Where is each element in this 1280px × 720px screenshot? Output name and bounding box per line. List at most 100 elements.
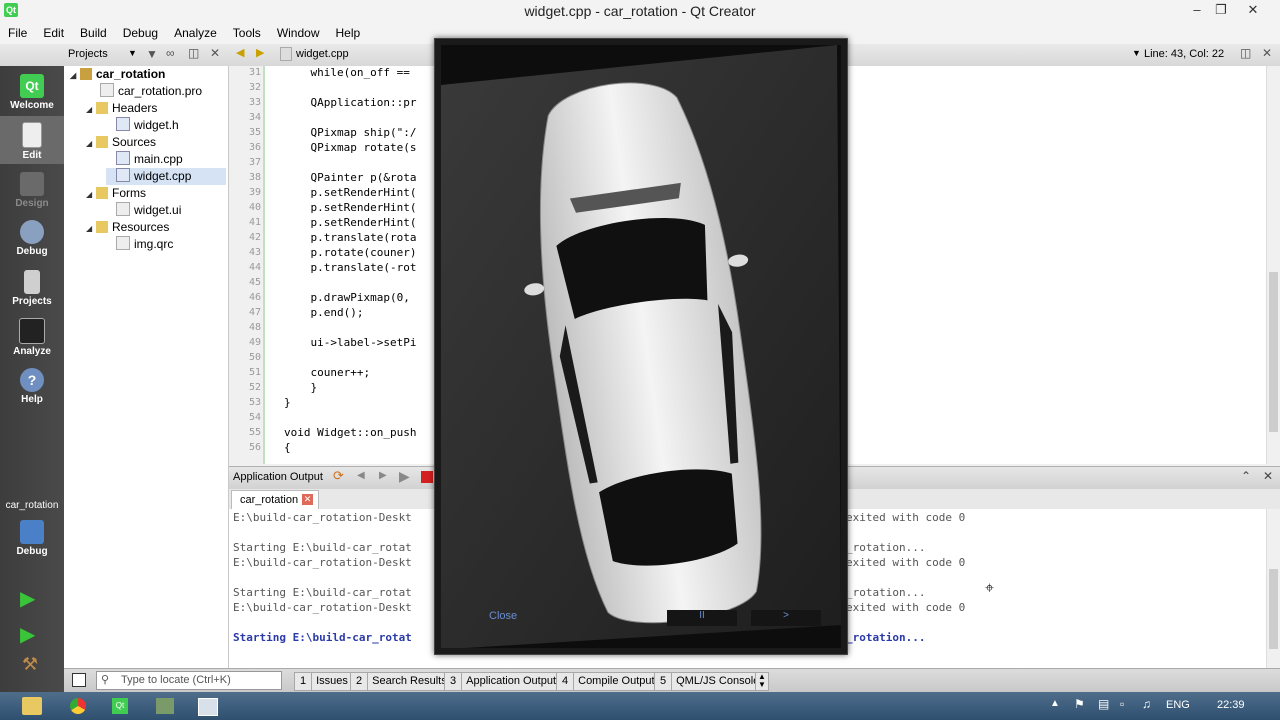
tray-network-icon[interactable]: ▤ xyxy=(1098,697,1109,711)
clock[interactable]: 22:39 xyxy=(1217,699,1245,711)
tree-item-forms[interactable]: ◢ Forms xyxy=(86,185,146,202)
mode-edit[interactable]: Edit xyxy=(0,116,64,164)
tray-signal-icon[interactable]: ▫ xyxy=(1120,697,1124,711)
mode-help[interactable]: ? Help xyxy=(0,362,64,410)
close-window-button[interactable]: ✕ xyxy=(1238,0,1268,20)
line-number: 52 xyxy=(248,382,261,393)
debug-run-icon[interactable]: ▶ xyxy=(20,622,35,647)
line-number: 35 xyxy=(248,127,261,138)
explorer-icon[interactable] xyxy=(22,697,42,715)
help-icon: ? xyxy=(20,368,44,392)
prev-icon[interactable]: ◀ xyxy=(357,470,365,481)
debug-icon xyxy=(20,220,44,244)
line-number: 33 xyxy=(248,97,261,108)
more-tabs-icon[interactable]: ▲ ▼ xyxy=(755,672,769,691)
expand-icon[interactable]: ◢ xyxy=(86,135,96,152)
close-tab-icon[interactable]: ✕ xyxy=(302,494,313,505)
menu-tools[interactable]: Tools xyxy=(225,26,269,40)
language-indicator[interactable]: ENG xyxy=(1166,699,1190,711)
expand-icon[interactable]: ◢ xyxy=(70,67,80,84)
pause-button[interactable]: II xyxy=(667,610,737,626)
back-arrow-icon[interactable]: ◀ xyxy=(236,46,244,59)
projects-selector[interactable]: Projects xyxy=(68,48,108,60)
tab-qml-console[interactable]: 5 QML/JS Console xyxy=(654,672,765,691)
chrome-icon[interactable] xyxy=(70,698,86,714)
rerun-icon[interactable]: ⟳ xyxy=(333,468,344,484)
mode-welcome[interactable]: Qt Welcome xyxy=(0,68,64,116)
mode-label: Projects xyxy=(12,296,52,307)
chevron-down-icon[interactable]: ▼ xyxy=(128,48,137,58)
tree-item-main-cpp[interactable]: main.cpp xyxy=(106,151,183,168)
close-pane-icon[interactable]: ✕ xyxy=(1263,469,1273,483)
tree-item-widget-cpp[interactable]: widget.cpp xyxy=(106,168,226,185)
file-tab[interactable]: widget.cpp xyxy=(296,48,349,60)
tree-item-project[interactable]: ◢ car_rotation xyxy=(70,66,165,83)
forward-arrow-icon[interactable]: ▶ xyxy=(256,46,264,59)
tray-volume-icon[interactable]: ♫ xyxy=(1142,697,1151,711)
menu-debug[interactable]: Debug xyxy=(115,26,166,40)
menu-help[interactable]: Help xyxy=(328,26,369,40)
mode-design[interactable]: Design xyxy=(0,166,64,214)
close-pane-icon[interactable]: ✕ xyxy=(210,46,220,60)
tree-item-sources[interactable]: ◢ Sources xyxy=(86,134,156,151)
tree-item-widget-ui[interactable]: widget.ui xyxy=(106,202,181,219)
car-rotation-window[interactable]: Close II > xyxy=(434,38,848,655)
scrollbar-thumb[interactable] xyxy=(1269,569,1278,649)
menu-window[interactable]: Window xyxy=(269,26,328,40)
tab-search-results[interactable]: 2 Search Results xyxy=(350,672,452,691)
scrollbar-thumb[interactable] xyxy=(1269,272,1278,432)
toggle-sidebar-icon[interactable] xyxy=(72,673,86,687)
tray-flag-icon[interactable]: ⚑ xyxy=(1074,697,1085,711)
tray-arrow-icon[interactable]: ▲ xyxy=(1050,698,1060,709)
mode-debug[interactable]: Debug xyxy=(0,214,64,262)
split-editor-icon[interactable]: ◫ xyxy=(1240,46,1251,60)
app-icon[interactable] xyxy=(156,698,174,714)
expand-icon[interactable]: ◢ xyxy=(86,220,96,237)
output-scrollbar[interactable] xyxy=(1266,509,1280,668)
run-icon[interactable]: ▶ xyxy=(20,586,35,611)
code-line: QPixmap ship(":/ xyxy=(284,126,417,139)
tree-item-pro[interactable]: car_rotation.pro xyxy=(90,83,202,100)
tree-item-widget-h[interactable]: widget.h xyxy=(106,117,179,134)
file-icon xyxy=(116,236,130,250)
tab-issues[interactable]: 1 Issues xyxy=(294,672,353,691)
stop-icon[interactable] xyxy=(421,471,433,483)
mode-projects[interactable]: Projects xyxy=(0,264,64,312)
close-editor-icon[interactable]: ✕ xyxy=(1262,46,1272,60)
output-tab[interactable]: car_rotation ✕ xyxy=(231,490,319,509)
tab-application-output[interactable]: 3 Application Output xyxy=(444,672,562,691)
line-number: 44 xyxy=(248,262,261,273)
file-icon xyxy=(100,83,114,97)
tree-item-resources[interactable]: ◢ Resources xyxy=(86,219,169,236)
next-icon[interactable]: ▶ xyxy=(379,470,387,481)
run-output-icon[interactable]: ▶ xyxy=(399,468,410,485)
menu-file[interactable]: File xyxy=(0,26,35,40)
editor-scrollbar[interactable] xyxy=(1266,66,1280,464)
qt-creator-icon[interactable]: Qt xyxy=(112,698,128,714)
output-line: Starting E:\build-car_rotat xyxy=(233,631,412,644)
link-icon[interactable]: ∞ xyxy=(166,46,175,60)
tab-compile-output[interactable]: 4 Compile Output xyxy=(556,672,660,691)
menu-build[interactable]: Build xyxy=(72,26,115,40)
locator-field[interactable]: ⚲ Type to locate (Ctrl+K) xyxy=(96,671,282,690)
target-selector[interactable]: Debug xyxy=(0,514,64,562)
chevron-down-icon[interactable]: ▼ xyxy=(1132,48,1141,58)
next-button[interactable]: > xyxy=(751,610,821,626)
close-button[interactable]: Close xyxy=(489,610,517,622)
split-icon[interactable]: ◫ xyxy=(188,46,199,60)
window-icon[interactable] xyxy=(198,698,218,716)
build-hammer-icon[interactable]: ⚒ xyxy=(22,654,38,675)
tree-item-img-qrc[interactable]: img.qrc xyxy=(106,236,173,253)
output-line: Starting E:\build-car_rotat xyxy=(233,586,412,599)
expand-icon[interactable]: ◢ xyxy=(86,186,96,203)
filter-icon[interactable]: ▼ xyxy=(146,47,158,61)
mode-analyze[interactable]: Analyze xyxy=(0,312,64,360)
cursor-position[interactable]: Line: 43, Col: 22 xyxy=(1144,48,1224,60)
expand-icon[interactable]: ◢ xyxy=(86,101,96,118)
menu-analyze[interactable]: Analyze xyxy=(166,26,225,40)
maximize-pane-icon[interactable]: ⌃ xyxy=(1241,469,1251,483)
restore-button[interactable]: ❐ xyxy=(1206,0,1236,20)
menu-edit[interactable]: Edit xyxy=(35,26,72,40)
file-icon xyxy=(116,202,130,216)
tree-item-headers[interactable]: ◢ Headers xyxy=(86,100,157,117)
